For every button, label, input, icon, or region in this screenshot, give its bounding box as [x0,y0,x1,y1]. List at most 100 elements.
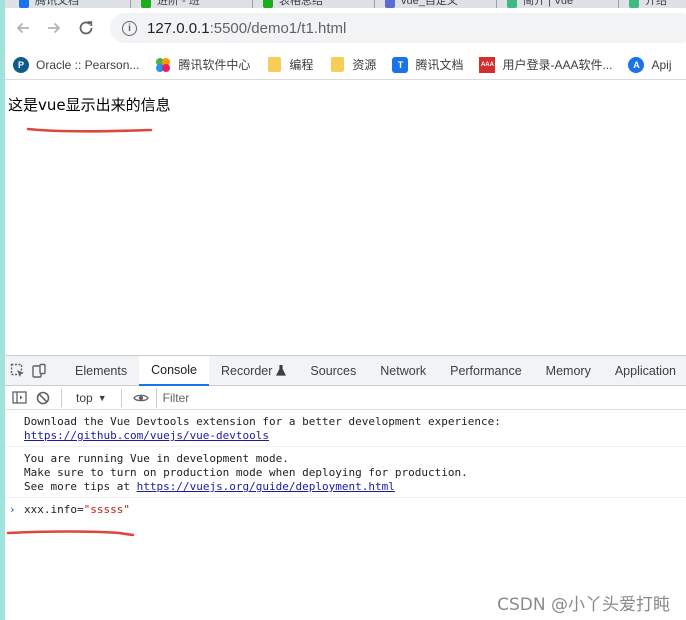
tab-network[interactable]: Network [368,356,438,386]
back-button[interactable] [13,18,33,38]
sidebar-toggle-icon [11,391,27,404]
flask-icon [276,365,287,376]
tab-recorder-label: Recorder [220,363,273,378]
bookmark-label: Apij [651,57,672,72]
clear-console-button[interactable] [33,388,53,408]
block-icon [36,391,50,404]
vue-devtools-link[interactable]: https://github.com/vuejs/vue-devtools [24,429,269,442]
tab-separator [252,0,253,8]
url-path: :5500/demo1/t1.html [209,19,347,37]
tab-separator [496,0,497,8]
console-message: Download the Vue Devtools extension for … [5,410,686,447]
tab-performance[interactable]: Performance [438,356,534,386]
tencent-software-icon [155,57,171,73]
tab-recorder[interactable]: Recorder [209,356,298,386]
devtools-tab-bar: Elements Console Recorder Sources Networ… [5,355,686,386]
console-message-text: Download the Vue Devtools extension for … [24,415,501,428]
tab-6[interactable]: 介绍 [623,0,686,8]
bookmark-apij[interactable]: A Apij [628,56,672,73]
show-sidebar-button[interactable] [9,388,29,408]
console-input-code: xxx.info= [24,503,84,516]
browser-toolbar: i 127.0.0.1:5500/demo1/t1.html [5,8,686,48]
context-selector[interactable]: top ▼ [76,391,107,405]
forward-button[interactable] [44,18,64,38]
console-filter-input[interactable]: Filter [155,387,676,408]
tab-favicon-icon [141,0,151,8]
tab-strip: 腾讯文档 进阶 - 班 表格总结 vue_自定义 简介 | Vue 介绍 [5,0,686,8]
tab-application[interactable]: Application [603,356,686,386]
tab-label: 腾讯文档 [35,0,79,7]
live-expression-button[interactable] [130,393,152,403]
tab-separator [374,0,375,8]
bookmark-label: 腾讯文档 [415,58,464,72]
page-viewport: 这是vue显示出来的信息 [5,81,686,355]
bookmark-label: 资源 [352,58,377,72]
tab-label: 简介 | Vue [523,0,574,7]
bookmark-folder-programming[interactable]: 编程 [266,56,313,73]
tab-console[interactable]: Console [139,355,209,386]
console-message-text: Make sure to turn on production mode whe… [24,466,468,479]
pearson-icon: P [13,56,29,73]
tab-tencent-docs[interactable]: 腾讯文档 [13,0,131,8]
tab-label: 表格总结 [279,0,323,7]
folder-icon [266,57,282,73]
console-message-text: See more tips at [24,480,137,493]
console-input-string: "sssss" [83,503,130,516]
tab-2[interactable]: 进阶 - 班 [135,0,253,8]
aaa-icon: AAA [479,56,496,73]
site-info-icon[interactable]: i [122,20,137,36]
tab-separator [130,0,131,8]
vue-deployment-link[interactable]: https://vuejs.org/guide/deployment.html [137,480,395,493]
tab-label: 进阶 - 班 [157,0,200,7]
inspect-cursor-icon [10,363,24,377]
bookmark-tencent-docs[interactable]: T 腾讯文档 [392,56,463,73]
back-arrow-icon [16,22,29,34]
console-toolbar-divider [120,388,122,407]
bookmark-label: 用户登录-AAA软件... [502,58,613,72]
tab-4[interactable]: vue_自定义 [379,0,497,8]
bookmark-folder-resources[interactable]: 资源 [329,56,376,73]
tencent-docs-icon: T [392,56,409,73]
tab-label: vue_自定义 [401,0,458,7]
bookmark-oracle-pearson[interactable]: P Oracle :: Pearson... [13,56,140,73]
forward-arrow-icon [48,22,61,34]
tab-sources[interactable]: Sources [298,356,368,386]
vue-message-text: 这是vue显示出来的信息 [8,96,171,114]
tab-favicon-icon [19,0,29,8]
tab-label: 介绍 [645,0,667,7]
red-underline-annotation [26,127,153,133]
api-icon: A [628,56,645,73]
bookmark-label: 编程 [289,58,314,72]
tab-memory[interactable]: Memory [534,356,603,386]
bookmarks-bar: P Oracle :: Pearson... 腾讯软件中心 编程 资源 T 腾讯… [5,50,686,80]
bookmark-label: Oracle :: Pearson... [36,57,140,72]
devtools-panel: Elements Console Recorder Sources Networ… [5,355,686,620]
tab-3[interactable]: 表格总结 [257,0,375,8]
prompt-chevron-icon: › [9,503,16,516]
eye-icon [132,394,149,401]
reload-button[interactable] [76,18,96,38]
context-value: top [76,390,93,405]
tab-favicon-icon [263,0,273,8]
tab-elements[interactable]: Elements [63,356,139,386]
tab-favicon-icon [507,0,517,8]
tab-separator [618,0,619,8]
console-toolbar-divider [61,388,62,407]
console-message-text: You are running Vue in development mode. [24,452,289,465]
device-toolbar-button[interactable] [31,360,47,382]
folder-icon [329,57,345,73]
console-prompt[interactable]: › xxx.info="sssss" [5,498,686,520]
tab-5[interactable]: 简介 | Vue [501,0,619,8]
bookmark-label: 腾讯软件中心 [178,58,251,72]
inspect-element-button[interactable] [10,360,26,382]
url-host: 127.0.0.1 [147,19,210,37]
red-underline-annotation [6,530,135,537]
tab-favicon-icon [629,0,639,8]
bookmark-aaa-login[interactable]: AAA 用户登录-AAA软件... [479,56,612,73]
tab-favicon-icon [385,0,395,8]
csdn-watermark: CSDN @小丫头爱打盹 [497,595,670,615]
address-bar[interactable]: i 127.0.0.1:5500/demo1/t1.html [110,13,686,43]
bookmark-tencent-software[interactable]: 腾讯软件中心 [155,56,250,73]
console-output: Download the Vue Devtools extension for … [5,410,686,520]
dropdown-arrow-icon: ▼ [97,392,107,403]
